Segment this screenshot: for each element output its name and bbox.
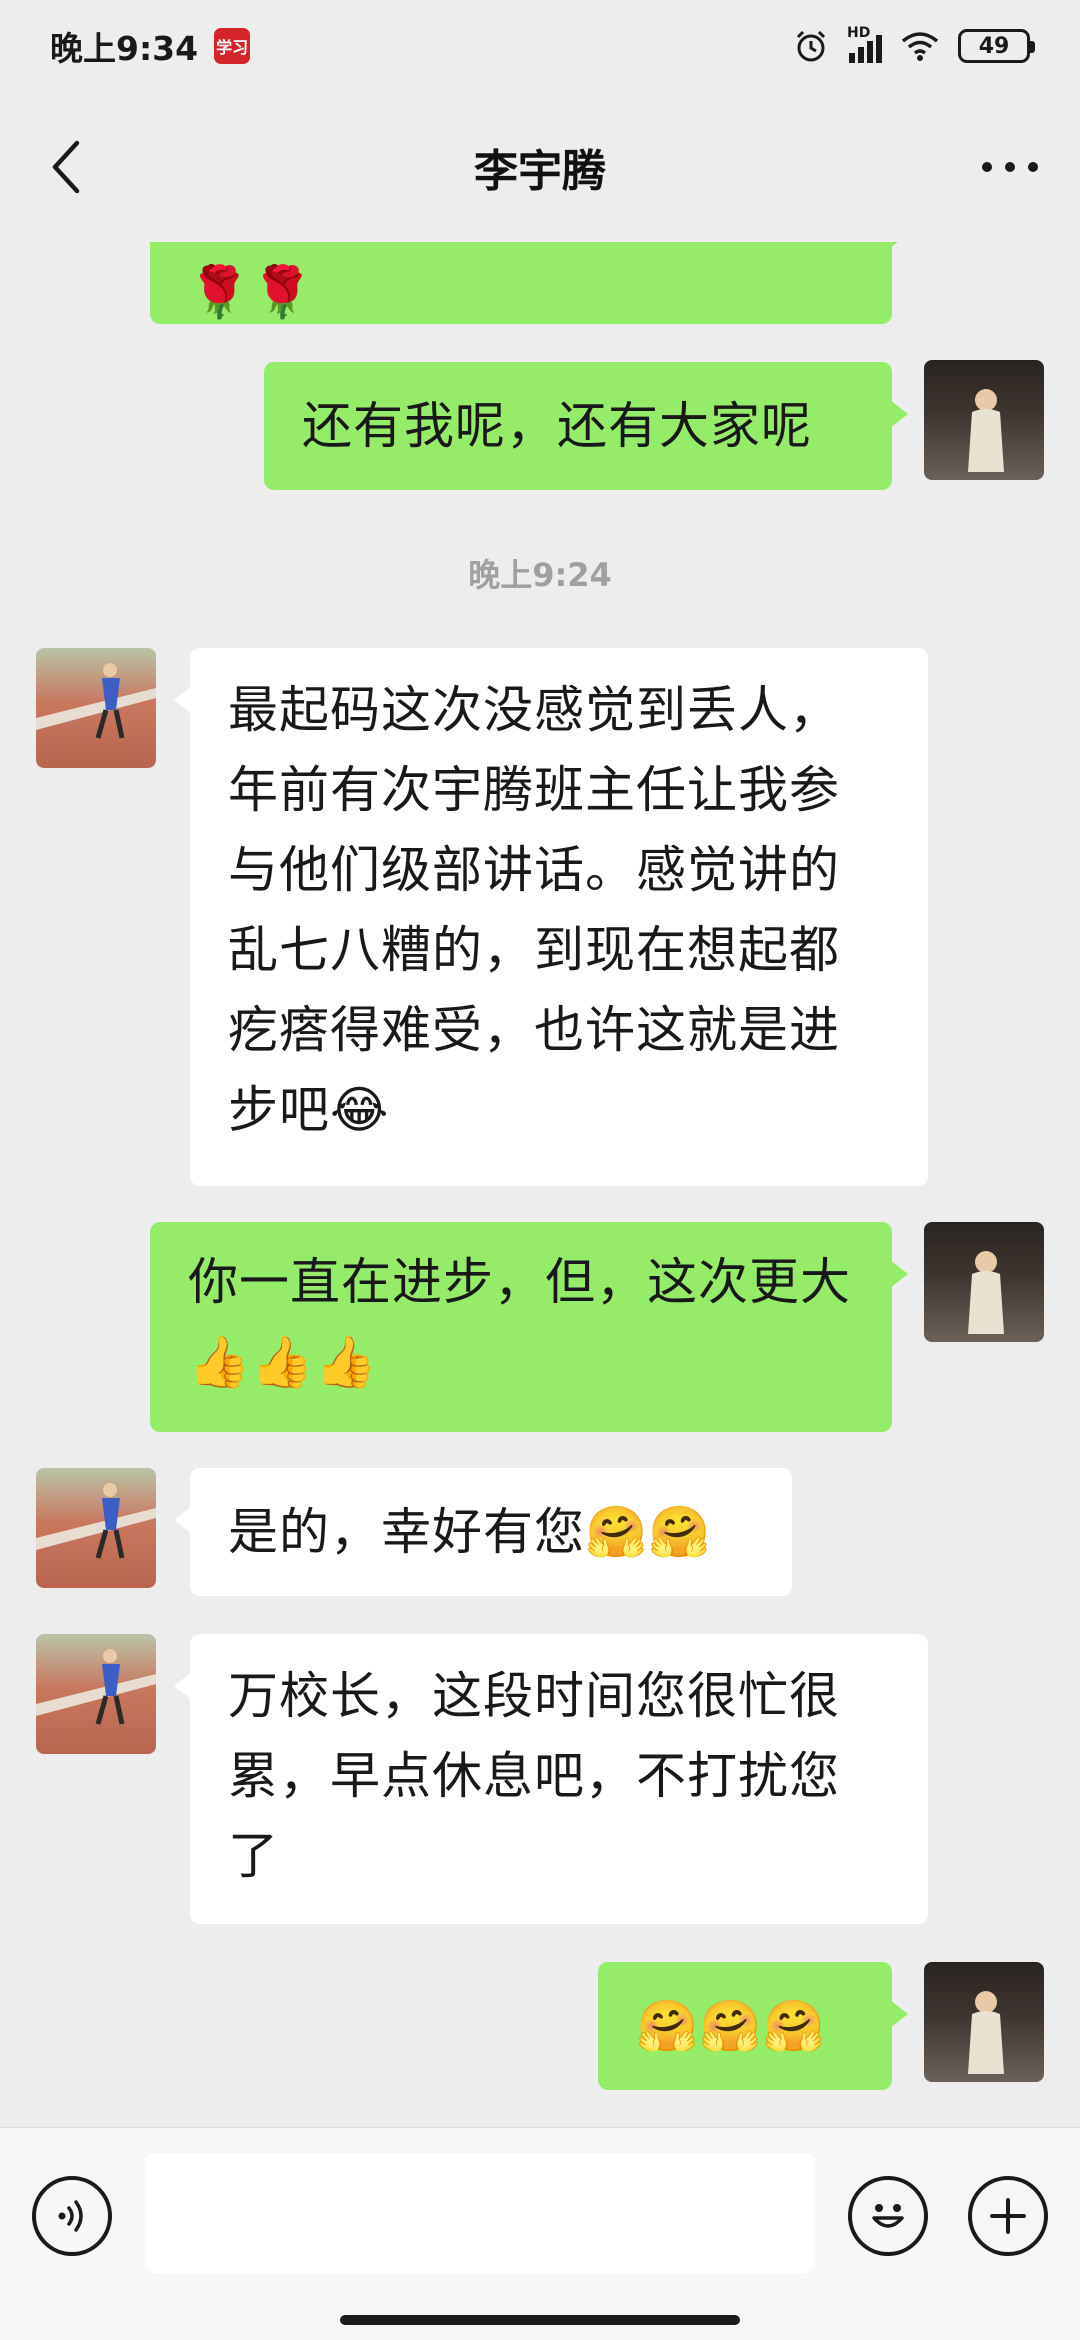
message-text: 你一直在进步，但，这次更大👍👍👍 [188, 1253, 851, 1391]
person-photo-icon [36, 1483, 156, 1559]
message-bubble[interactable]: 万校长，这段时间您很忙很累，早点休息吧，不打扰您了 [174, 1634, 928, 1924]
status-time: 晚上9:34 [50, 29, 199, 68]
message-bubble[interactable]: 还有我呢，还有大家呢 [264, 362, 908, 490]
message-text: 是的，幸好有您🤗🤗 [228, 1503, 712, 1561]
avatar[interactable] [36, 1634, 156, 1754]
message-text: 🌹🌹 [188, 263, 315, 321]
message-bubble[interactable]: 🤗🤗🤗 [598, 1962, 908, 2090]
message-text: 最起码这次没感觉到丢人，年前有次宇腾班主任让我参与他们级部讲话。感觉讲的乱七八糟… [228, 681, 840, 1139]
person-photo-icon [36, 663, 156, 739]
more-dots-icon [982, 162, 1038, 172]
avatar[interactable] [924, 1222, 1044, 1342]
message-bubble[interactable]: 🌹🌹 [150, 242, 908, 324]
alarm-icon [796, 30, 826, 62]
message-timestamp: 晚上9:24 [468, 556, 612, 594]
avatar[interactable] [924, 1962, 1044, 2082]
app-badge-icon: 学习 [214, 28, 251, 64]
person-photo-icon [968, 1991, 1004, 2074]
person-photo-icon [968, 1251, 1004, 1334]
status-icons: HD 49 [793, 25, 1035, 64]
chat-title: 李宇腾 [474, 146, 606, 197]
emoji-button[interactable] [848, 2176, 928, 2256]
back-button[interactable] [36, 134, 96, 200]
plus-icon [990, 2198, 1026, 2234]
avatar[interactable] [36, 648, 156, 768]
avatar[interactable] [36, 1468, 156, 1588]
person-photo-icon [968, 389, 1004, 472]
message-bubble[interactable]: 你一直在进步，但，这次更大👍👍👍 [150, 1222, 908, 1432]
message-bubble[interactable]: 最起码这次没感觉到丢人，年前有次宇腾班主任让我参与他们级部讲话。感觉讲的乱七八糟… [174, 648, 928, 1186]
input-bar [0, 2127, 1080, 2340]
battery-level: 49 [978, 33, 1010, 59]
signal-icon: HD [847, 25, 882, 63]
wifi-icon [901, 32, 939, 61]
voice-icon [58, 2200, 83, 2232]
add-button[interactable] [968, 2176, 1048, 2256]
voice-button[interactable] [32, 2176, 112, 2256]
message-bubble[interactable]: 是的，幸好有您🤗🤗 [174, 1468, 792, 1596]
emoji-icon [872, 2204, 904, 2228]
message-text: 🤗🤗🤗 [636, 1997, 826, 2055]
avatar[interactable] [924, 360, 1044, 480]
person-photo-icon [36, 1649, 156, 1725]
home-indicator[interactable] [340, 2315, 740, 2325]
battery-icon: 49 [958, 29, 1035, 63]
status-bar: 晚上9:34 学习 HD 49 [0, 0, 1080, 92]
message-text: 还有我呢，还有大家呢 [302, 397, 812, 455]
more-button[interactable] [970, 134, 1050, 200]
chat-header: 李宇腾 [0, 92, 1080, 242]
chevron-left-icon [52, 140, 80, 194]
message-text: 万校长，这段时间您很忙很累，早点休息吧，不打扰您了 [228, 1667, 840, 1885]
message-input[interactable] [145, 2153, 815, 2273]
message-list[interactable]: 🌹🌹 还有我呢，还有大家呢 晚上9:24 最起码这次没感觉到丢人，年前有次宇腾班… [0, 242, 1080, 2127]
network-type-label: HD [847, 25, 871, 41]
